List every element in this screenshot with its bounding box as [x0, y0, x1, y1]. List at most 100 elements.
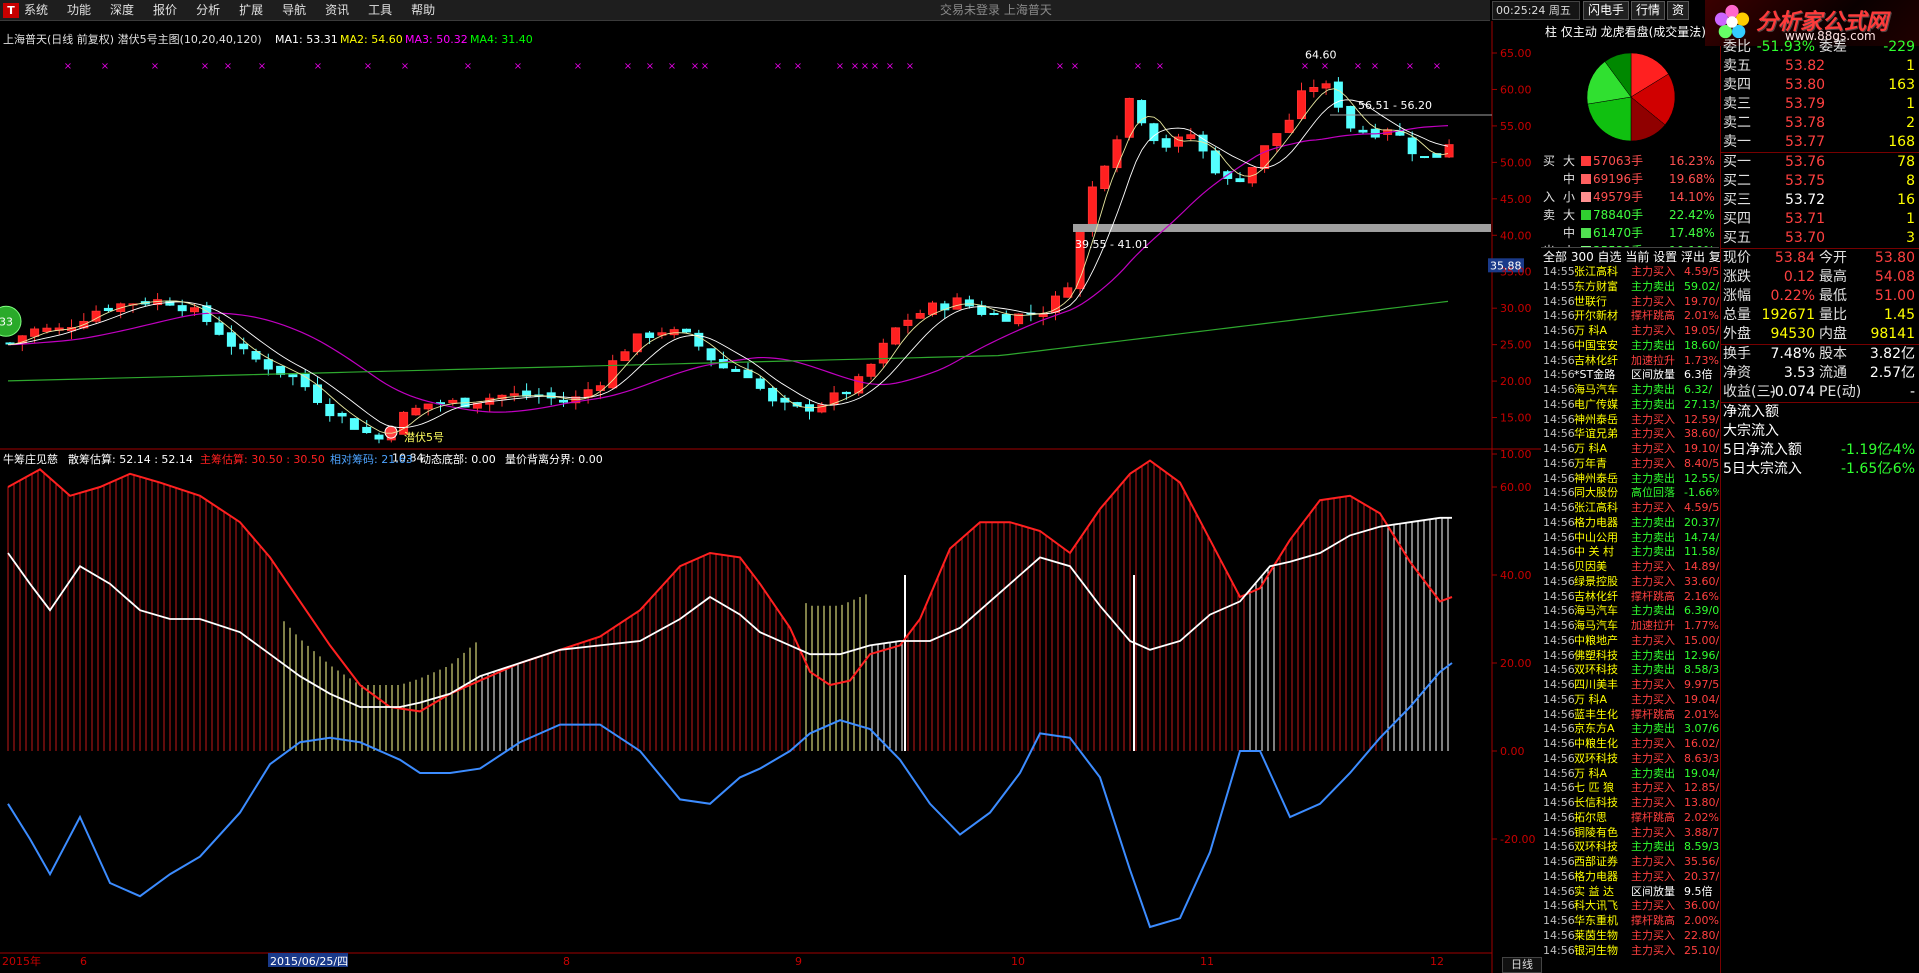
ask-row-1[interactable]: 卖四 53.80 163	[1721, 76, 1919, 95]
ticker-row[interactable]: 14:55 东方财富 主力卖出 59.02/	[1541, 280, 1719, 295]
ticker-row[interactable]: 14:56同大股份高位回落 -1.66%	[1541, 486, 1719, 501]
ticker-row[interactable]: 14:56 蓝丰生化 撑杆跳高 2.01%	[1541, 708, 1719, 723]
ticker-row[interactable]: 14:56 张江高科 主力买入 4.59/5	[1541, 501, 1719, 516]
ticker-row[interactable]: 14:56 长信科技 主力买入 13.80/	[1541, 796, 1719, 811]
ticker-row[interactable]: 14:56 吉林化纤 撑杆跳高 2.16%	[1541, 590, 1719, 605]
ticker-row[interactable]: 14:56 万 科A 主力卖出 19.04/	[1541, 767, 1719, 782]
ticker-row[interactable]: 14:56 万 科A 主力买入 19.10/	[1541, 442, 1719, 457]
ticker-row[interactable]: 14:56 中 关 村 主力卖出 11.58/	[1541, 545, 1719, 560]
signal-marker-15: ×	[691, 61, 699, 72]
ticker-time: 14:56	[1543, 678, 1575, 691]
ticker-row[interactable]: 14:56 *ST金路 区间放量 6.3倍	[1541, 368, 1719, 383]
ticker-row[interactable]: 14:56 双环科技 主力买入 8.63/3	[1541, 752, 1719, 767]
menu-item-6[interactable]: 导航	[282, 0, 306, 21]
ticker-row[interactable]: 14:56 银河生物 主力买入 25.10/	[1541, 944, 1719, 959]
menu-item-4[interactable]: 分析	[196, 0, 220, 21]
ticker-row[interactable]: 14:56 华谊兄弟 主力买入 38.60/	[1541, 427, 1719, 442]
app-logo-icon[interactable]: T	[3, 3, 19, 18]
ticker-time: 14:56	[1543, 545, 1575, 559]
price-tick-7: 30.00	[1500, 302, 1532, 315]
ticker-row[interactable]: 14:56 拓尔思 撑杆跳高 2.02%	[1541, 811, 1719, 826]
stat-label: 外盘	[1723, 326, 1751, 342]
ticker-time: 14:56	[1543, 353, 1575, 367]
stat-value: 7.48%	[1770, 346, 1815, 362]
ticker-row[interactable]: 14:56 京东方A 主力卖出 3.07/6	[1541, 722, 1719, 737]
ticker-time: 14:56	[1543, 914, 1575, 927]
menu-item-5[interactable]: 扩展	[239, 0, 263, 21]
ticker-row[interactable]: 14:56 吉林化纤 加速拉升 1.73%	[1541, 354, 1719, 369]
bid-row-3[interactable]: 买四 53.71 1	[1721, 210, 1919, 229]
menu-item-7[interactable]: 资讯	[325, 0, 349, 21]
ticker-time: 14:56	[1543, 397, 1575, 411]
ticker-row[interactable]: 14:56 西部证券 主力买入 35.56/	[1541, 855, 1719, 870]
ticker-row[interactable]: 14:56 绿景控股 主力买入 33.60/	[1541, 575, 1719, 590]
ticker-row[interactable]: 14:56 世联行 主力买入 19.70/	[1541, 295, 1719, 310]
ticker-row[interactable]: 14:56 双环科技 主力卖出 8.59/3	[1541, 840, 1719, 855]
ticker-time: 14:56	[1543, 751, 1575, 765]
price-tick-3: 50.00	[1500, 156, 1532, 169]
ask-row-4[interactable]: 卖一 53.77 168	[1721, 133, 1919, 152]
flow-tabs[interactable]: 柱 仅主动 龙虎看盘(成交量法)	[1541, 21, 1706, 43]
ticker-time: 14:56	[1543, 368, 1575, 382]
ticker-list[interactable]: 14:55 张江高科 主力买入 4.59/5 14:55 东方财富 主力卖出 59.02/14…	[1541, 265, 1719, 973]
stat-value: 98141	[1870, 326, 1915, 342]
bid-row-4[interactable]: 买五 53.70 3	[1721, 229, 1919, 248]
ticker-row[interactable]: 14:56 神州泰岳 主力卖出 12.55/	[1541, 472, 1719, 487]
ticker-row[interactable]: 14:56 万年青 主力买入 8.40/5	[1541, 457, 1719, 472]
ticker-stock-name: 双环科技	[1574, 751, 1618, 765]
bid-row-1[interactable]: 买二 53.75 8	[1721, 172, 1919, 191]
bid-row-2[interactable]: 买三 53.72 16	[1721, 191, 1919, 210]
signal-marker-33: ×	[1406, 61, 1414, 72]
ticker-row[interactable]: 14:56 实 益 达 区间放量 9.5倍	[1541, 885, 1719, 900]
ticker-row[interactable]: 14:56 莱茵生物 主力买入 22.80/	[1541, 929, 1719, 944]
ticker-row[interactable]: 14:56 海马汽车 主力卖出 6.39/0	[1541, 604, 1719, 619]
ask-price: 53.77	[1785, 134, 1826, 150]
ticker-row[interactable]: 14:56 海马汽车 加速拉升 1.77%	[1541, 619, 1719, 634]
ticker-row[interactable]: 14:56 电广传媒 主力卖出 27.13/	[1541, 398, 1719, 413]
menu-item-1[interactable]: 功能	[67, 0, 91, 21]
ticker-row[interactable]: 14:56 佛塑科技 主力卖出 12.96/	[1541, 649, 1719, 664]
ticker-row[interactable]: 14:56 神州泰岳 主力买入 12.59/	[1541, 413, 1719, 428]
ticker-tab-strip[interactable]: 全部 300 自选 当前 设置 浮出 复	[1541, 247, 1721, 265]
ticker-row[interactable]: 14:56 海马汽车 主力卖出 6.32/	[1541, 383, 1719, 398]
right-tab-2[interactable]: 资	[1667, 1, 1690, 20]
ask-row-0[interactable]: 卖五 53.82 1	[1721, 57, 1919, 76]
ticker-row[interactable]: 14:56 四川美丰 主力买入 9.97/5	[1541, 678, 1719, 693]
ticker-row[interactable]: 14:56 格力电器 主力买入 20.37/	[1541, 870, 1719, 885]
price-tick-1: 60.00	[1500, 83, 1532, 96]
right-tab-1[interactable]: 行情	[1631, 1, 1666, 20]
menu-item-9[interactable]: 帮助	[411, 0, 435, 21]
menu-item-8[interactable]: 工具	[368, 0, 392, 21]
menu-item-3[interactable]: 报价	[153, 0, 177, 21]
ticker-row[interactable]: 14:56 华东重机 撑杆跳高 2.00%	[1541, 914, 1719, 929]
ticker-row[interactable]: 14:56 科大讯飞 主力买入 36.00/	[1541, 899, 1719, 914]
ticker-row[interactable]: 14:56 七 匹 狼 主力买入 12.85/	[1541, 781, 1719, 796]
ticker-row[interactable]: 14:56 铜陵有色 主力买入 3.88/7	[1541, 826, 1719, 841]
ticker-value: 3.88/7	[1684, 825, 1719, 839]
ticker-row[interactable]: 14:56 中粮生化 主力买入 16.02/	[1541, 737, 1719, 752]
period-tab[interactable]: 日线	[1502, 957, 1542, 973]
ticker-row[interactable]: 14:56 开尔新材 撑杆跳高 2.01%	[1541, 309, 1719, 324]
ask-row-2[interactable]: 卖三 53.79 1	[1721, 95, 1919, 114]
ticker-row[interactable]: 14:56 贝因美 主力买入 14.89/	[1541, 560, 1719, 575]
ticker-row[interactable]: 14:56 中粮地产 主力买入 15.00/	[1541, 634, 1719, 649]
stat-value: 2.57亿	[1869, 365, 1915, 381]
ticker-row[interactable]: 14:56 中山公用 主力卖出 14.74/	[1541, 531, 1719, 546]
ticker-time: 14:56	[1543, 781, 1575, 795]
ticker-row[interactable]: 14:56 万 科A 主力买入 19.04/	[1541, 693, 1719, 708]
ask-row-3[interactable]: 卖二 53.78 2	[1721, 114, 1919, 133]
ticker-row[interactable]: 14:55 张江高科 主力买入 4.59/5	[1541, 265, 1719, 280]
flow-percent: 19.68%	[1669, 172, 1715, 186]
bid-row-0[interactable]: 买一 53.76 78	[1721, 153, 1919, 172]
ask-price: 53.80	[1785, 77, 1826, 93]
ticker-signal-type: 主力买入	[1631, 899, 1675, 913]
chart-area[interactable]: × × × × × × × × × × × × × × × × × × × × × × × × × × × × × × × × × × × 上海普天…	[0, 21, 1541, 973]
ticker-row[interactable]: 14:56 万 科A 主力买入 19.05/	[1541, 324, 1719, 339]
menu-item-0[interactable]: 系统	[24, 0, 48, 21]
ticker-row[interactable]: 14:56 双环科技 主力卖出 8.58/3	[1541, 663, 1719, 678]
ticker-row[interactable]: 14:56 格力电器 主力卖出 20.37/	[1541, 516, 1719, 531]
menu-item-2[interactable]: 深度	[110, 0, 134, 21]
candle-body-23	[288, 374, 298, 378]
right-tab-0[interactable]: 闪电手	[1583, 1, 1630, 20]
ticker-row[interactable]: 14:56 中国宝安 主力卖出 18.60/	[1541, 339, 1719, 354]
